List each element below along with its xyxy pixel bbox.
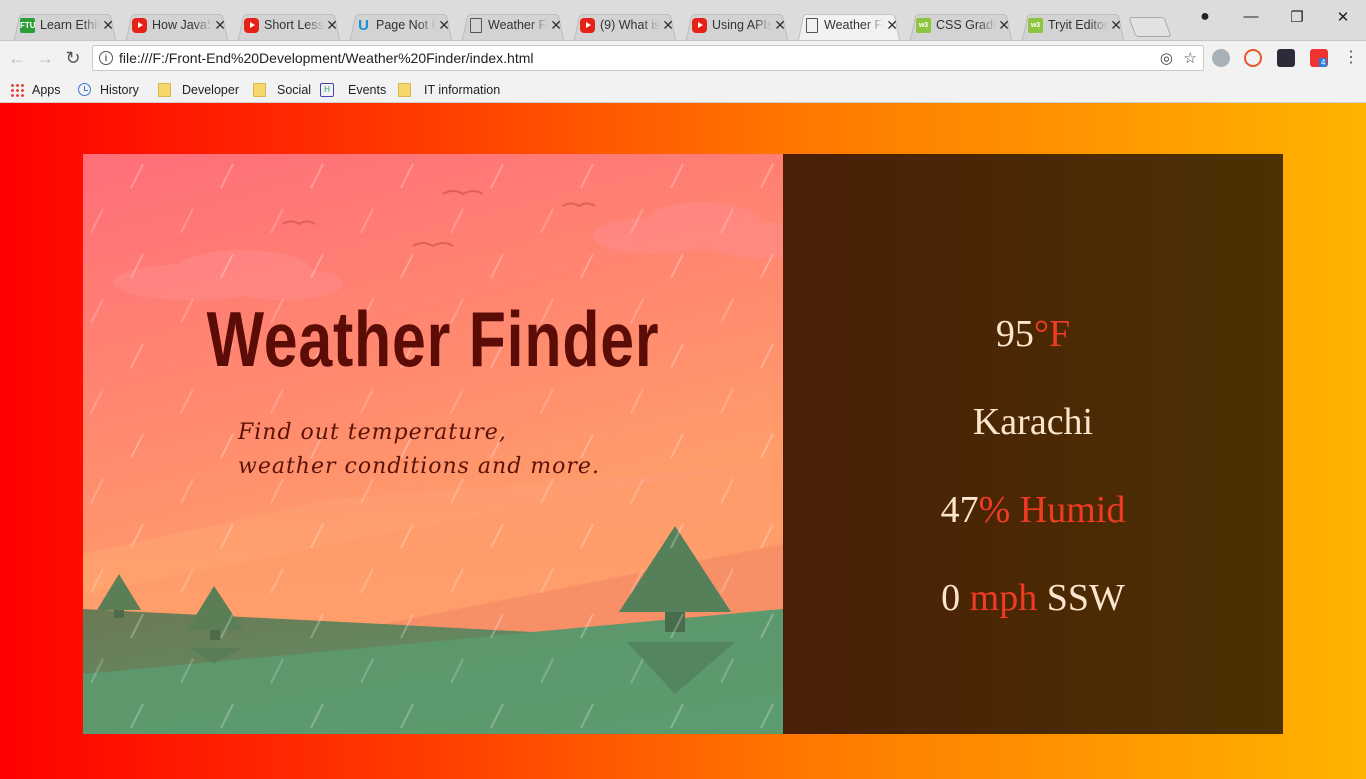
tab-short-lessons[interactable]: Short Lessons ✕ xyxy=(230,10,348,40)
extension-badge: 4 xyxy=(1319,58,1328,67)
tab-title: Tryit Editor xyxy=(1048,18,1108,32)
address-bar[interactable]: i file:///F:/Front-End%20Development/Wea… xyxy=(92,45,1204,71)
tab-title: Learn Ethical Hacking xyxy=(40,18,100,32)
page-background: Weather Finder Find out temperature, wea… xyxy=(0,103,1366,779)
infinity-extension-icon[interactable] xyxy=(1244,49,1262,67)
restore-icon[interactable]: ❐ xyxy=(1282,8,1312,26)
temperature-display: 95°F xyxy=(783,312,1283,356)
profile-icon[interactable]: ● xyxy=(1190,8,1220,26)
document-icon xyxy=(470,18,482,33)
weather-card: Weather Finder Find out temperature, wea… xyxy=(83,154,1283,734)
close-tab-icon[interactable]: ✕ xyxy=(774,10,786,40)
humidity-unit: % Humid xyxy=(978,489,1126,531)
app-title: Weather Finder xyxy=(206,295,660,383)
close-tab-icon[interactable]: ✕ xyxy=(998,10,1010,40)
folder-icon xyxy=(253,83,266,97)
apps-icon xyxy=(10,83,24,97)
folder-icon xyxy=(158,83,171,97)
bookmark-it-information[interactable]: IT information xyxy=(396,81,500,99)
tab-using-apis[interactable]: Using APIs ✕ xyxy=(678,10,796,40)
history-icon xyxy=(78,83,91,96)
app-subtitle: Find out temperature, weather conditions… xyxy=(238,416,658,484)
tab-css-gradients[interactable]: w3 CSS Gradients ✕ xyxy=(902,10,1020,40)
info-icon[interactable]: i xyxy=(99,51,113,65)
bookmark-events[interactable]: H Events xyxy=(320,81,386,99)
bookmark-social[interactable]: Social xyxy=(251,81,311,99)
tab-title: Page Not Found xyxy=(376,18,436,32)
youtube-icon xyxy=(692,18,707,33)
close-tab-icon[interactable]: ✕ xyxy=(102,10,114,40)
tab-what-is[interactable]: (9) What is ✕ xyxy=(566,10,684,40)
document-icon xyxy=(806,18,818,33)
minimize-icon[interactable]: — xyxy=(1236,8,1266,25)
ftu-icon: FTU xyxy=(20,18,36,33)
youtube-icon xyxy=(132,18,147,33)
ninja-extension-icon[interactable] xyxy=(1277,49,1295,67)
tab-tryit-editor[interactable]: w3 Tryit Editor ✕ xyxy=(1014,10,1132,40)
tab-page-not-found[interactable]: U Page Not Found ✕ xyxy=(342,10,460,40)
reload-icon[interactable]: ↻ xyxy=(62,47,84,69)
landscape-panel: Weather Finder Find out temperature, wea… xyxy=(83,154,783,734)
star-icon[interactable]: ☆ xyxy=(1184,49,1197,67)
humidity-value: 47 xyxy=(940,489,979,531)
subtitle-line-1: Find out temperature, xyxy=(238,420,507,445)
close-tab-icon[interactable]: ✕ xyxy=(214,10,226,40)
subtitle-line-2: weather conditions and more. xyxy=(238,454,600,479)
bookmarks-bar: Apps History Developer Social H Events I… xyxy=(0,77,1366,103)
bookmark-label: Apps xyxy=(32,83,61,97)
tab-weather-finder-active[interactable]: Weather Finder ✕ xyxy=(790,10,908,40)
temperature-value: 95 xyxy=(995,313,1034,355)
bookmark-label: Developer xyxy=(182,83,239,97)
back-icon[interactable]: ← xyxy=(6,47,28,69)
tab-title: CSS Gradients xyxy=(936,18,996,32)
close-tab-icon[interactable]: ✕ xyxy=(886,10,898,40)
close-tab-icon[interactable]: ✕ xyxy=(438,10,450,40)
wind-speed: 0 xyxy=(941,577,961,619)
close-tab-icon[interactable]: ✕ xyxy=(326,10,338,40)
tab-title: (9) What is xyxy=(600,18,660,32)
close-tab-icon[interactable]: ✕ xyxy=(1110,10,1122,40)
tab-title: Using APIs xyxy=(712,18,772,32)
tab-weather-finder-1[interactable]: Weather Finder ✕ xyxy=(454,10,572,40)
weather-info-panel: 95°F Karachi 47% Humid 0 mph SSW xyxy=(783,154,1283,734)
bookmark-history[interactable]: History xyxy=(78,81,139,99)
close-window-icon[interactable]: ✕ xyxy=(1328,8,1358,26)
humidity-display: 47% Humid xyxy=(783,488,1283,532)
url-text: file:///F:/Front-End%20Development/Weath… xyxy=(119,50,534,66)
bookmark-label: History xyxy=(100,83,139,97)
tab-title: Weather Finder xyxy=(488,18,548,32)
bookmark-label: IT information xyxy=(424,83,501,97)
tab-how-javascript[interactable]: How JavaScript ✕ xyxy=(118,10,236,40)
w3schools-icon: w3 xyxy=(916,18,931,33)
c-extension-icon[interactable]: 4 xyxy=(1310,49,1328,67)
youtube-icon xyxy=(244,18,259,33)
tab-learn-ethical-hacking[interactable]: FTU Learn Ethical Hacking ✕ xyxy=(6,10,124,40)
bookmark-developer[interactable]: Developer xyxy=(156,81,239,99)
tab-title: Weather Finder xyxy=(824,18,884,32)
new-tab-button[interactable] xyxy=(1128,17,1172,37)
browser-toolbar: ← → ↻ i file:///F:/Front-End%20Developme… xyxy=(0,41,1366,77)
tab-title: Short Lessons xyxy=(264,18,324,32)
wind-unit: mph xyxy=(969,577,1038,619)
forward-icon[interactable]: → xyxy=(34,47,56,69)
bookmark-label: Social xyxy=(277,83,312,97)
wind-display: 0 mph SSW xyxy=(783,576,1283,620)
close-tab-icon[interactable]: ✕ xyxy=(662,10,674,40)
bookmark-label: Events xyxy=(348,83,387,97)
bookmark-apps[interactable]: Apps xyxy=(10,81,61,99)
location-icon[interactable]: ◎ xyxy=(1160,49,1173,67)
close-tab-icon[interactable]: ✕ xyxy=(550,10,562,40)
temperature-unit: °F xyxy=(1033,313,1071,355)
w3schools-icon: w3 xyxy=(1028,18,1043,33)
menu-icon[interactable]: ⋮ xyxy=(1340,47,1362,69)
wind-direction: SSW xyxy=(1046,577,1125,619)
city-name: Karachi xyxy=(972,401,1094,443)
tab-strip: FTU Learn Ethical Hacking ✕ How JavaScri… xyxy=(0,0,1366,41)
folder-icon xyxy=(398,83,411,97)
youtube-icon xyxy=(580,18,595,33)
extension-icon[interactable] xyxy=(1212,49,1230,67)
events-icon: H xyxy=(320,83,334,97)
udemy-icon: U xyxy=(358,17,369,34)
tab-title: How JavaScript xyxy=(152,18,212,32)
